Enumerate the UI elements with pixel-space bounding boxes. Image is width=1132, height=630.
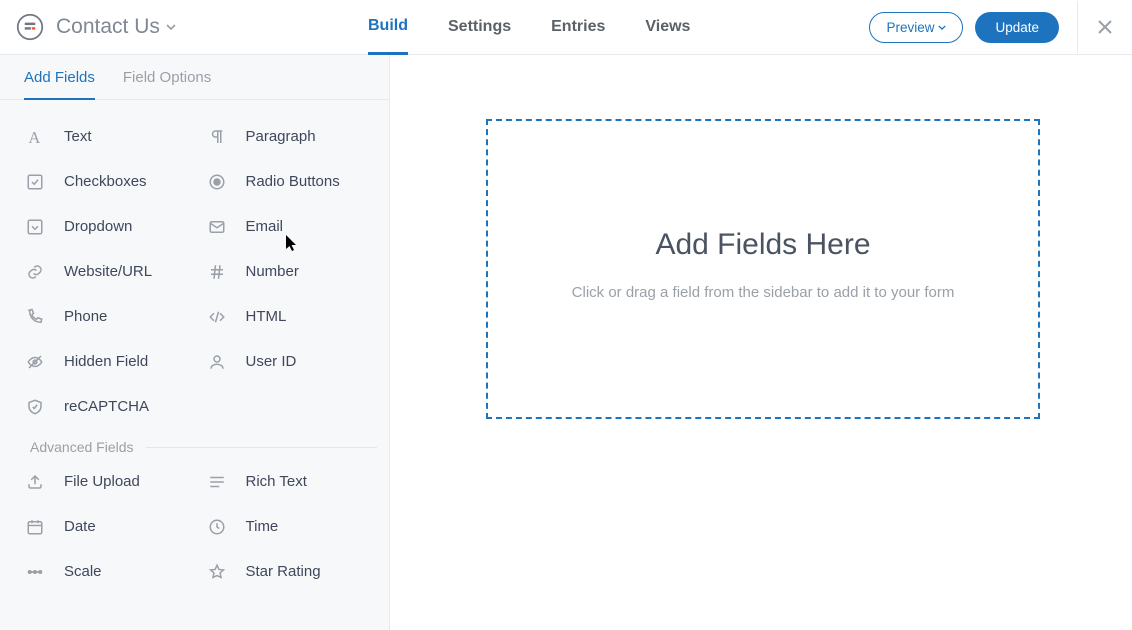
app-body: Add Fields Field Options A Text Paragrap… xyxy=(0,55,1132,630)
svg-text:A: A xyxy=(28,127,40,146)
field-type-scale[interactable]: Scale xyxy=(24,549,196,594)
field-type-recaptcha[interactable]: reCAPTCHA xyxy=(24,384,196,429)
link-icon xyxy=(24,261,46,283)
field-label: Email xyxy=(246,218,284,235)
eye-off-icon xyxy=(24,351,46,373)
field-list: A Text Paragraph Checkboxes xyxy=(0,100,389,594)
scale-icon xyxy=(24,561,46,583)
field-type-radio[interactable]: Radio Buttons xyxy=(206,159,378,204)
upload-icon xyxy=(24,471,46,493)
code-icon xyxy=(206,306,228,328)
tab-views[interactable]: Views xyxy=(645,0,690,55)
field-label: Scale xyxy=(64,563,102,580)
field-type-star-rating[interactable]: Star Rating xyxy=(206,549,378,594)
field-type-email[interactable]: Email xyxy=(206,204,378,249)
field-label: Rich Text xyxy=(246,473,307,490)
form-title: Contact Us xyxy=(56,15,160,39)
field-label: Date xyxy=(64,518,96,535)
field-type-text[interactable]: A Text xyxy=(24,114,196,159)
form-canvas: Add Fields Here Click or drag a field fr… xyxy=(390,55,1132,630)
checkbox-icon xyxy=(24,171,46,193)
email-icon xyxy=(206,216,228,238)
preview-button[interactable]: Preview xyxy=(869,12,963,43)
chevron-down-icon xyxy=(166,24,176,30)
field-label: Checkboxes xyxy=(64,173,147,190)
app-logo-icon xyxy=(16,13,44,41)
field-label: Phone xyxy=(64,308,107,325)
field-type-html[interactable]: HTML xyxy=(206,294,378,339)
sidebar-tabs: Add Fields Field Options xyxy=(0,55,389,100)
field-type-hidden[interactable]: Hidden Field xyxy=(24,339,196,384)
update-button[interactable]: Update xyxy=(975,12,1059,43)
field-type-checkboxes[interactable]: Checkboxes xyxy=(24,159,196,204)
dropzone-heading: Add Fields Here xyxy=(655,228,870,262)
field-type-time[interactable]: Time xyxy=(206,504,378,549)
form-title-dropdown[interactable]: Contact Us xyxy=(56,15,176,39)
close-icon xyxy=(1098,20,1112,34)
dropdown-icon xyxy=(24,216,46,238)
field-type-file-upload[interactable]: File Upload xyxy=(24,459,196,504)
tab-build[interactable]: Build xyxy=(368,0,408,55)
field-label: Number xyxy=(246,263,299,280)
field-type-number[interactable]: Number xyxy=(206,249,378,294)
sidebar-tab-add-fields[interactable]: Add Fields xyxy=(24,69,95,100)
field-label: User ID xyxy=(246,353,297,370)
field-label: reCAPTCHA xyxy=(64,398,149,415)
button-label: Preview xyxy=(886,20,934,35)
hash-icon xyxy=(206,261,228,283)
section-advanced-fields: Advanced Fields xyxy=(24,439,377,455)
chevron-down-icon xyxy=(938,25,946,30)
clock-icon xyxy=(206,516,228,538)
field-label: Star Rating xyxy=(246,563,321,580)
field-label: Dropdown xyxy=(64,218,132,235)
field-type-userid[interactable]: User ID xyxy=(206,339,378,384)
tab-settings[interactable]: Settings xyxy=(448,0,511,55)
user-icon xyxy=(206,351,228,373)
star-icon xyxy=(206,561,228,583)
section-label: Advanced Fields xyxy=(24,439,134,455)
close-button[interactable] xyxy=(1077,1,1132,53)
divider xyxy=(146,447,377,448)
field-label: Radio Buttons xyxy=(246,173,340,190)
field-label: Time xyxy=(246,518,279,535)
field-type-url[interactable]: Website/URL xyxy=(24,249,196,294)
radio-icon xyxy=(206,171,228,193)
field-label: Website/URL xyxy=(64,263,152,280)
paragraph-icon xyxy=(206,126,228,148)
calendar-icon xyxy=(24,516,46,538)
field-label: File Upload xyxy=(64,473,140,490)
field-type-date[interactable]: Date xyxy=(24,504,196,549)
text-icon: A xyxy=(24,126,46,148)
main-tabs: Build Settings Entries Views xyxy=(368,0,690,55)
tab-entries[interactable]: Entries xyxy=(551,0,605,55)
sidebar-tab-field-options[interactable]: Field Options xyxy=(123,69,211,99)
app-header: Contact Us Build Settings Entries Views … xyxy=(0,0,1132,55)
rich-text-icon xyxy=(206,471,228,493)
field-type-dropdown[interactable]: Dropdown xyxy=(24,204,196,249)
field-label: Text xyxy=(64,128,92,145)
field-label: Paragraph xyxy=(246,128,316,145)
shield-check-icon xyxy=(24,396,46,418)
phone-icon xyxy=(24,306,46,328)
sidebar: Add Fields Field Options A Text Paragrap… xyxy=(0,55,390,630)
field-label: HTML xyxy=(246,308,287,325)
dropzone-hint: Click or drag a field from the sidebar t… xyxy=(572,284,955,301)
dropzone[interactable]: Add Fields Here Click or drag a field fr… xyxy=(486,119,1040,419)
field-type-rich-text[interactable]: Rich Text xyxy=(206,459,378,504)
field-type-paragraph[interactable]: Paragraph xyxy=(206,114,378,159)
button-label: Update xyxy=(995,20,1039,35)
header-actions: Preview Update xyxy=(869,0,1132,55)
field-type-phone[interactable]: Phone xyxy=(24,294,196,339)
field-label: Hidden Field xyxy=(64,353,148,370)
